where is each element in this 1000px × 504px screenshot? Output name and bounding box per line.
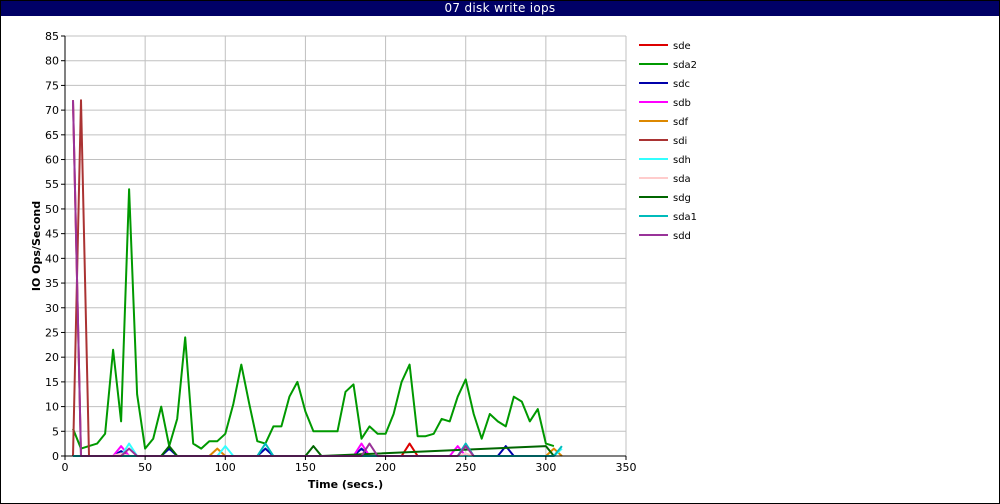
y-tick-label: 0	[52, 450, 59, 463]
y-tick-label: 65	[45, 129, 59, 142]
x-axis-label: Time (secs.)	[308, 478, 383, 491]
y-tick-label: 50	[45, 203, 59, 216]
x-tick-label: 0	[62, 461, 69, 474]
y-axis-label: IO Ops/Second	[30, 201, 43, 291]
x-tick-label: 200	[375, 461, 396, 474]
y-tick-label: 20	[45, 351, 59, 364]
y-tick-label: 35	[45, 277, 59, 290]
x-tick-label: 300	[535, 461, 556, 474]
y-tick-label: 80	[45, 55, 59, 68]
legend-label-sdd: sdd	[673, 231, 691, 242]
legend-label-sdc: sdc	[673, 79, 690, 90]
legend-label-sda2: sda2	[673, 60, 697, 71]
legend-label-sdi: sdi	[673, 136, 687, 147]
legend-label-sdb: sdb	[673, 98, 691, 109]
x-tick-label: 100	[215, 461, 236, 474]
x-tick-label: 50	[138, 461, 152, 474]
x-tick-label: 250	[455, 461, 476, 474]
y-tick-label: 70	[45, 104, 59, 117]
y-tick-label: 15	[45, 376, 59, 389]
legend-label-sdh: sdh	[673, 155, 691, 166]
y-tick-label: 60	[45, 154, 59, 167]
y-tick-label: 30	[45, 302, 59, 315]
y-tick-label: 85	[45, 30, 59, 43]
line-chart: 0 50 100 150 200 250 300 350 0 5 10 15 20 25 30 35 40 45 5…	[30, 30, 697, 491]
legend-label-sdg: sdg	[673, 193, 691, 204]
y-tick-label: 55	[45, 178, 59, 191]
x-tick-label: 350	[616, 461, 637, 474]
legend-label-sde: sde	[673, 41, 691, 52]
y-tick-label: 25	[45, 326, 59, 339]
legend-label-sdf: sdf	[673, 117, 689, 128]
y-tick-label: 5	[52, 425, 59, 438]
legend-label-sda1: sda1	[673, 212, 697, 223]
legend-label-sda: sda	[673, 174, 691, 185]
chart-window: 07 disk write iops 0 50 100 150 200 250 300 350…	[0, 0, 1000, 504]
y-tick-label: 45	[45, 228, 59, 241]
y-tick-label: 75	[45, 79, 59, 92]
y-tick-label: 10	[45, 401, 59, 414]
x-tick-label: 150	[295, 461, 316, 474]
y-tick-label: 40	[45, 252, 59, 265]
